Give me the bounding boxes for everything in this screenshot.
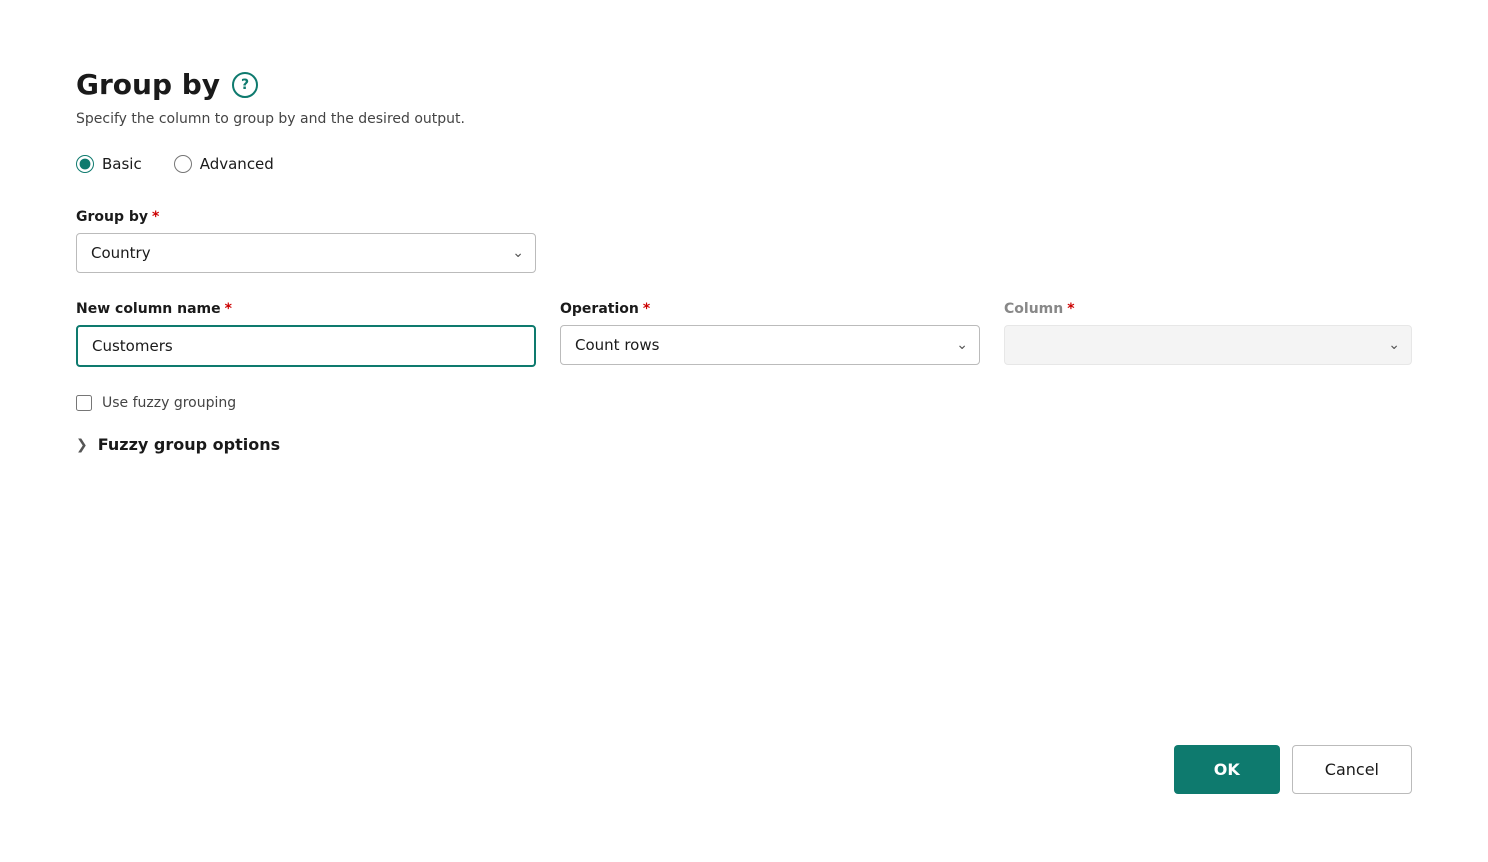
column-label: Column * — [1004, 301, 1412, 317]
operation-select-wrapper: Count rows Sum Average Min Max Count dis… — [560, 325, 980, 365]
fuzzy-grouping-checkbox[interactable] — [76, 395, 92, 411]
fuzzy-chevron-right-icon[interactable]: ❯ — [76, 437, 88, 453]
advanced-radio[interactable] — [174, 155, 192, 173]
fuzzy-grouping-label[interactable]: Use fuzzy grouping — [102, 395, 236, 411]
column-select[interactable] — [1004, 325, 1412, 365]
operation-section: Operation * Count rows Sum Average Min M… — [560, 301, 980, 365]
operation-select[interactable]: Count rows Sum Average Min Max Count dis… — [560, 325, 980, 365]
columns-row: New column name * Operation * Count rows… — [76, 301, 1412, 367]
group-by-dialog: Group by ? Specify the column to group b… — [20, 20, 1468, 842]
group-by-select[interactable]: Country City Region — [76, 233, 536, 273]
fuzzy-checkbox-row: Use fuzzy grouping — [76, 395, 1412, 411]
column-required: * — [1067, 301, 1074, 317]
advanced-label: Advanced — [200, 155, 274, 173]
mode-radio-group: Basic Advanced — [76, 155, 1412, 173]
button-row: OK Cancel — [76, 685, 1412, 794]
column-select-wrapper: ⌄ — [1004, 325, 1412, 365]
basic-radio-label[interactable]: Basic — [76, 155, 142, 173]
help-icon[interactable]: ? — [232, 72, 258, 98]
fuzzy-options-title[interactable]: Fuzzy group options — [98, 435, 280, 454]
basic-radio[interactable] — [76, 155, 94, 173]
fuzzy-options-section[interactable]: ❯ Fuzzy group options — [76, 435, 1412, 454]
title-row: Group by ? — [76, 68, 1412, 101]
group-by-required: * — [152, 209, 159, 225]
ok-button[interactable]: OK — [1174, 745, 1280, 794]
new-column-section: New column name * — [76, 301, 536, 367]
group-by-label: Group by * — [76, 209, 1412, 225]
dialog-title: Group by — [76, 68, 220, 101]
new-column-input[interactable] — [76, 325, 536, 367]
operation-required: * — [643, 301, 650, 317]
cancel-button[interactable]: Cancel — [1292, 745, 1412, 794]
group-by-select-wrapper: Country City Region ⌄ — [76, 233, 536, 273]
new-column-label: New column name * — [76, 301, 536, 317]
group-by-section: Group by * Country City Region ⌄ — [76, 209, 1412, 273]
column-section: Column * ⌄ — [1004, 301, 1412, 365]
operation-label: Operation * — [560, 301, 980, 317]
advanced-radio-label[interactable]: Advanced — [174, 155, 274, 173]
new-column-required: * — [225, 301, 232, 317]
dialog-subtitle: Specify the column to group by and the d… — [76, 111, 1412, 127]
basic-label: Basic — [102, 155, 142, 173]
